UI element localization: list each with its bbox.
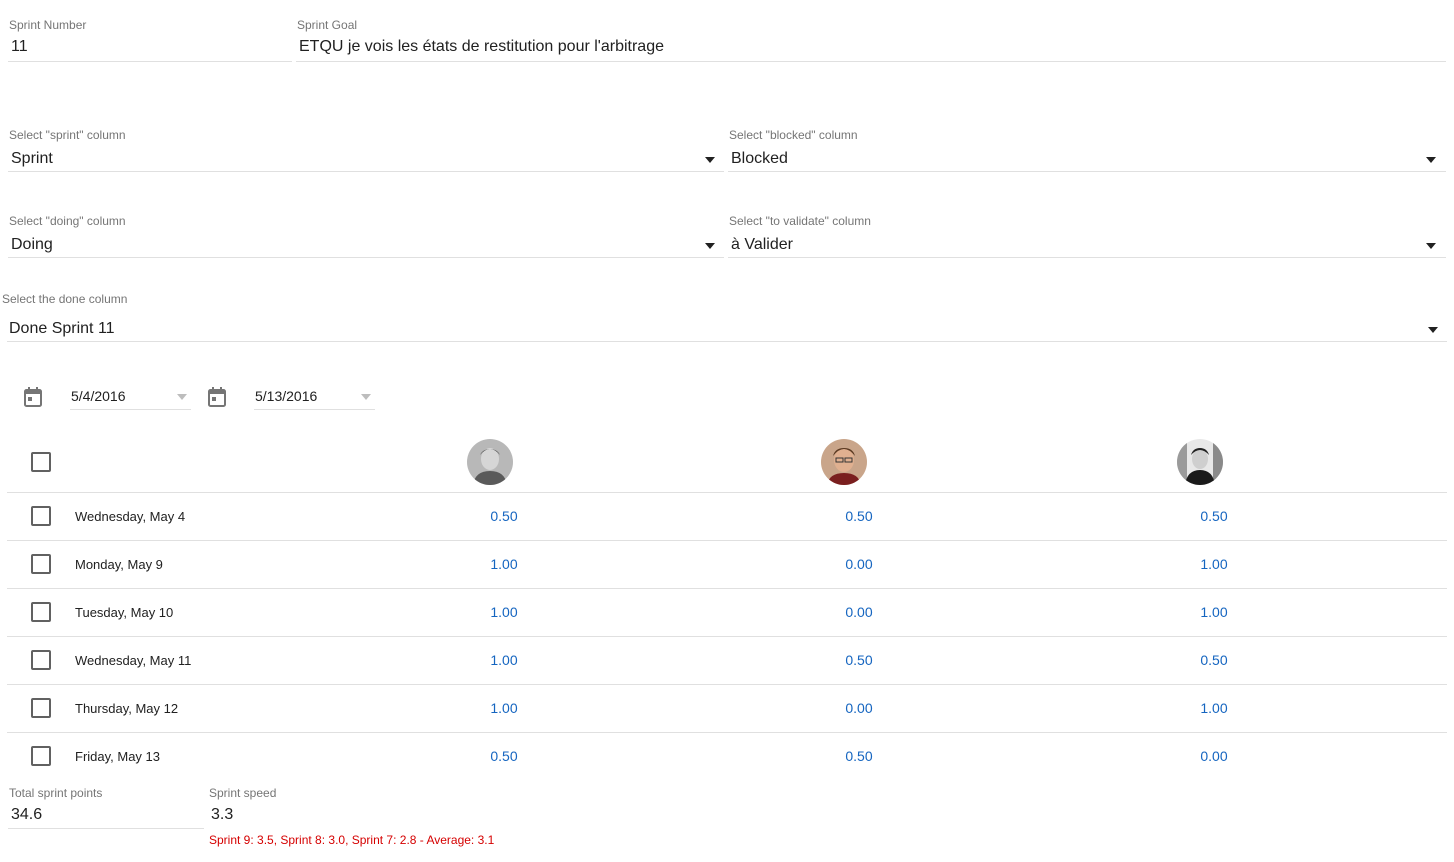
row-checkbox[interactable]	[31, 602, 51, 622]
validate-column-label: Select "to validate" column	[729, 214, 871, 228]
table-row: Thursday, May 12 1.00 0.00 1.00	[7, 685, 1447, 733]
sprint-column-value: Sprint	[11, 150, 53, 167]
row-day-label: Tuesday, May 10	[75, 605, 174, 620]
row-value-member-3[interactable]: 0.50	[1184, 652, 1244, 668]
start-date-underline	[70, 409, 191, 410]
chevron-down-icon	[1426, 157, 1436, 163]
end-date-value: 5/13/2016	[255, 388, 318, 404]
row-value-member-1[interactable]: 1.00	[474, 556, 534, 572]
row-value-member-2[interactable]: 0.50	[829, 508, 889, 524]
row-value-member-3[interactable]: 0.00	[1184, 748, 1244, 764]
row-checkbox[interactable]	[31, 506, 51, 526]
doing-column-select[interactable]: Doing	[8, 232, 724, 258]
total-points-underline	[8, 828, 204, 829]
doing-column-value: Doing	[11, 236, 53, 253]
row-value-member-3[interactable]: 1.00	[1184, 700, 1244, 716]
sprint-goal-label: Sprint Goal	[297, 18, 358, 32]
sprint-number-underline	[8, 61, 292, 62]
select-all-checkbox[interactable]	[31, 452, 51, 472]
total-points-input[interactable]: 34.6	[11, 806, 42, 824]
sprint-number-input[interactable]: 11	[11, 38, 28, 56]
done-column-label: Select the done column	[2, 292, 128, 306]
doing-column-underline	[8, 257, 724, 258]
validate-column-select[interactable]: à Valider	[728, 232, 1446, 258]
sprint-column-underline	[8, 171, 724, 172]
calendar-icon[interactable]	[24, 387, 42, 407]
blocked-column-select[interactable]: Blocked	[728, 146, 1446, 172]
sprint-number-label: Sprint Number	[9, 18, 87, 32]
done-column-select[interactable]: Done Sprint 11	[7, 316, 1447, 342]
row-value-member-1[interactable]: 0.50	[474, 508, 534, 524]
chevron-down-icon	[177, 394, 187, 400]
chevron-down-icon	[361, 394, 371, 400]
blocked-column-label: Select "blocked" column	[729, 128, 858, 142]
start-date-value: 5/4/2016	[71, 388, 126, 404]
row-value-member-3[interactable]: 1.00	[1184, 556, 1244, 572]
chevron-down-icon	[705, 157, 715, 163]
end-date-underline	[254, 409, 375, 410]
sprint-speed-label: Sprint speed	[209, 786, 277, 800]
row-value-member-2[interactable]: 0.50	[829, 652, 889, 668]
doing-column-label: Select "doing" column	[9, 214, 126, 228]
member-3-avatar	[1177, 439, 1223, 485]
calendar-icon[interactable]	[208, 387, 226, 407]
table-row: Wednesday, May 11 1.00 0.50 0.50	[7, 637, 1447, 685]
row-day-label: Wednesday, May 4	[75, 509, 186, 524]
row-value-member-2[interactable]: 0.00	[829, 556, 889, 572]
row-value-member-2[interactable]: 0.00	[829, 604, 889, 620]
row-value-member-1[interactable]: 1.00	[474, 604, 534, 620]
sprint-speed-hint: Sprint 9: 3.5, Sprint 8: 3.0, Sprint 7: …	[209, 833, 495, 847]
row-value-member-1[interactable]: 1.00	[474, 700, 534, 716]
row-day-label: Monday, May 9	[75, 557, 163, 572]
blocked-column-underline	[728, 171, 1446, 172]
validate-column-value: à Valider	[731, 236, 793, 253]
row-value-member-3[interactable]: 1.00	[1184, 604, 1244, 620]
total-points-label: Total sprint points	[9, 786, 103, 800]
row-value-member-2[interactable]: 0.00	[829, 700, 889, 716]
done-column-underline	[7, 341, 1447, 342]
row-value-member-1[interactable]: 0.50	[474, 748, 534, 764]
row-checkbox[interactable]	[31, 554, 51, 574]
done-column-value: Done Sprint 11	[9, 320, 115, 337]
sprint-column-label: Select "sprint" column	[9, 128, 126, 142]
chevron-down-icon	[705, 243, 715, 249]
start-date-input[interactable]: 5/4/2016	[70, 384, 191, 410]
sprint-speed-input[interactable]: 3.3	[211, 806, 233, 824]
sprint-column-select[interactable]: Sprint	[8, 146, 724, 172]
blocked-column-value: Blocked	[731, 150, 788, 167]
sprint-goal-input[interactable]: ETQU je vois les états de restitution po…	[299, 38, 664, 56]
row-checkbox[interactable]	[31, 650, 51, 670]
row-value-member-2[interactable]: 0.50	[829, 748, 889, 764]
row-checkbox[interactable]	[31, 746, 51, 766]
member-2-avatar	[821, 439, 867, 485]
row-day-label: Wednesday, May 11	[75, 653, 192, 668]
member-1-avatar	[467, 439, 513, 485]
end-date-input[interactable]: 5/13/2016	[254, 384, 375, 410]
table-row: Tuesday, May 10 1.00 0.00 1.00	[7, 589, 1447, 637]
sprint-goal-underline	[296, 61, 1446, 62]
row-value-member-1[interactable]: 1.00	[474, 652, 534, 668]
row-day-label: Thursday, May 12	[75, 701, 179, 716]
row-day-label: Friday, May 13	[75, 749, 161, 764]
row-checkbox[interactable]	[31, 698, 51, 718]
chevron-down-icon	[1426, 243, 1436, 249]
table-row: Monday, May 9 1.00 0.00 1.00	[7, 541, 1447, 589]
chevron-down-icon	[1428, 327, 1438, 333]
table-row: Wednesday, May 4 0.50 0.50 0.50	[7, 493, 1447, 541]
table-row: Friday, May 13 0.50 0.50 0.00	[7, 733, 1447, 781]
validate-column-underline	[728, 257, 1446, 258]
row-value-member-3[interactable]: 0.50	[1184, 508, 1244, 524]
